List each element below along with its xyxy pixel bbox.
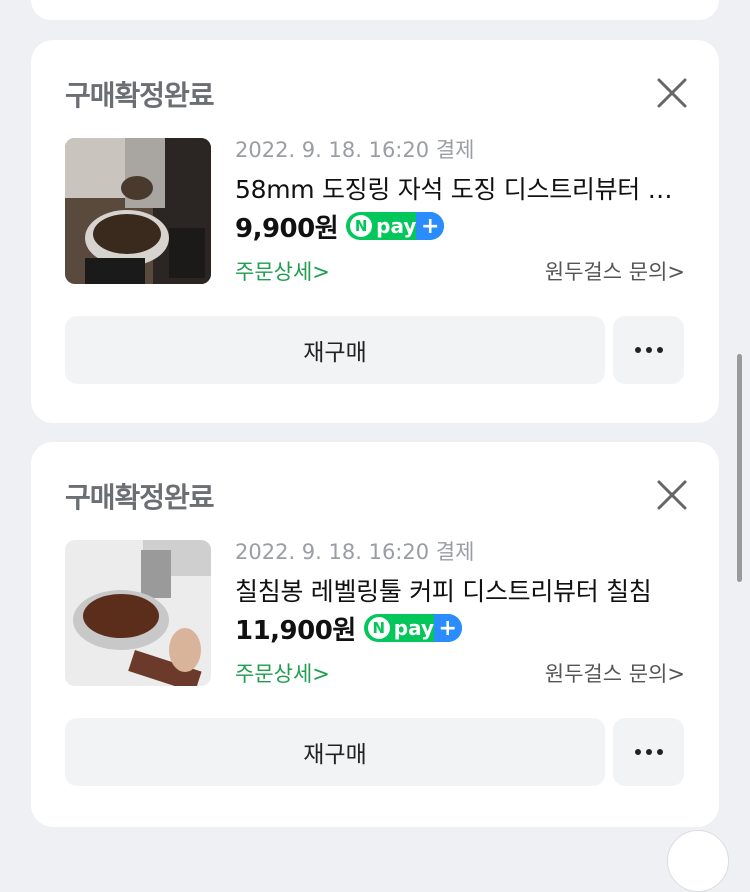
plus-icon: + (416, 212, 445, 240)
scrollbar[interactable] (737, 354, 742, 582)
naver-pay-plus-badge: N pay + (363, 614, 462, 642)
price: 11,900원 (235, 615, 356, 646)
rebuy-button[interactable]: 재구매 (65, 316, 605, 384)
price-row: 9,900원 N pay + (235, 210, 445, 244)
close-icon[interactable] (655, 76, 689, 110)
product-image[interactable] (65, 138, 211, 284)
npay-label: pay (393, 616, 434, 640)
rebuy-button[interactable]: 재구매 (65, 718, 605, 786)
order-card: 구매확정완료 2022. 9. 18. 16:20 결제 칠침봉 레벨링툴 커피… (31, 442, 719, 827)
plus-icon: + (433, 614, 462, 642)
more-horizontal-icon[interactable] (613, 316, 684, 384)
order-status: 구매확정완료 (65, 481, 215, 514)
order-status: 구매확정완료 (65, 79, 215, 112)
seller-inquiry-link[interactable]: 원두걸스 문의> (545, 658, 685, 688)
price-row: 11,900원 N pay + (235, 612, 462, 646)
naver-pay-plus-badge: N pay + (346, 212, 445, 240)
seller-inquiry-link[interactable]: 원두걸스 문의> (545, 256, 685, 286)
product-title[interactable]: 58mm 도징링 자석 도징 디스트리뷰터 탬퍼 링 (235, 170, 695, 206)
floating-action-button[interactable] (667, 830, 729, 892)
product-title[interactable]: 칠침봉 레벨링툴 커피 디스트리뷰터 칠침 (235, 572, 695, 608)
previous-order-card (31, 0, 719, 20)
price: 9,900원 (235, 213, 339, 244)
npay-label: pay (376, 214, 417, 238)
payment-date: 2022. 9. 18. 16:20 결제 (235, 540, 475, 564)
close-icon[interactable] (655, 478, 689, 512)
order-card: 구매확정완료 2022. 9. 18. 16:20 결제 58mm 도징링 자석… (31, 40, 719, 423)
product-image[interactable] (65, 540, 211, 686)
naver-n-icon: N (367, 617, 390, 639)
payment-date: 2022. 9. 18. 16:20 결제 (235, 138, 475, 162)
order-detail-link[interactable]: 주문상세> (235, 256, 330, 286)
naver-n-icon: N (350, 215, 373, 237)
order-detail-link[interactable]: 주문상세> (235, 658, 330, 688)
more-horizontal-icon[interactable] (613, 718, 684, 786)
